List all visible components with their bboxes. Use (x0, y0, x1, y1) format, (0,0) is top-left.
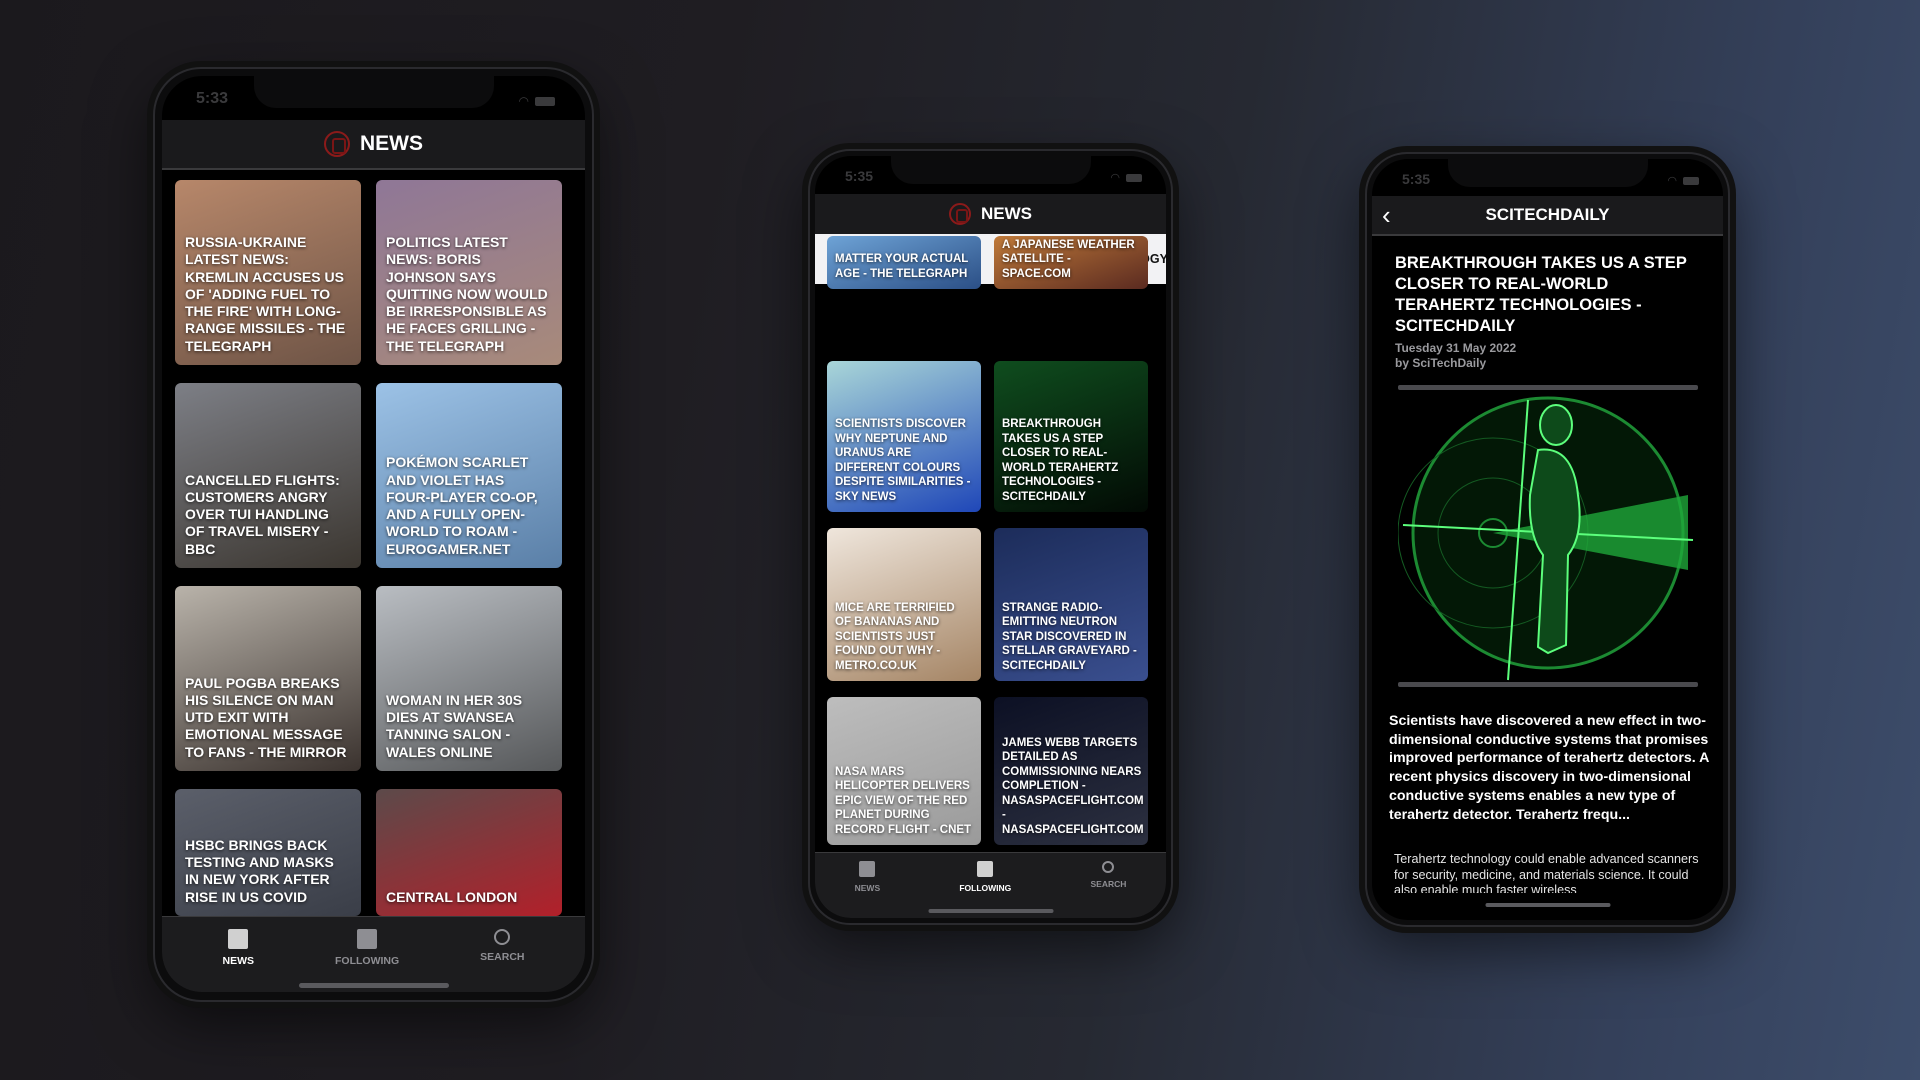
news-tile-headline: Woman in her 30s dies at Swansea tanning… (386, 691, 523, 760)
news-tile-headline: Strange radio-emitting neutron star disc… (1002, 601, 1137, 672)
tab-label: NEWS (854, 883, 881, 893)
tab-label: FOLLOWING (335, 955, 400, 967)
wifi-icon: ◠ (1667, 175, 1677, 187)
status-icons: ◠ (519, 94, 555, 108)
article-date: Tuesday 31 May 2022 (1395, 341, 1517, 355)
app-logo-icon (324, 131, 350, 157)
article-summary: Scientists have discovered a new effect … (1389, 713, 1709, 823)
newspaper-icon (859, 861, 876, 877)
battery-icon (1126, 173, 1142, 182)
tab-label: SEARCH (1090, 879, 1127, 889)
tab-news[interactable]: NEWS (222, 929, 255, 992)
tab-label: FOLLOWING (959, 883, 1012, 893)
status-icons: ◠ (1110, 171, 1142, 184)
news-tile-headline: A Japanese weather satellite - Space.com (1002, 238, 1135, 280)
battery-icon (535, 96, 555, 106)
search-icon (1102, 861, 1115, 873)
news-tile[interactable]: NASA Mars helicopter delivers epic view … (827, 697, 981, 845)
following-screen: 5:35 ◠ NEWS HEALTHSCIENCESPORTSTECHNOLOG… (815, 156, 1166, 918)
tab-label: NEWS (222, 955, 255, 967)
news-tile[interactable]: HSBC brings back testing and masks in Ne… (175, 789, 361, 916)
inbox-icon (357, 929, 378, 949)
news-tile[interactable]: Scientists discover why Neptune and Uran… (827, 361, 981, 512)
news-tile-headline: NASA Mars helicopter delivers epic view … (835, 765, 972, 836)
news-tile[interactable]: Breakthrough takes us a step closer to r… (994, 361, 1148, 512)
news-tile[interactable]: Paul Pogba breaks his silence on Man Utd… (175, 586, 361, 771)
news-tile-headline: Mice are terrified of bananas and scient… (835, 601, 955, 672)
news-tile[interactable]: Pokémon Scarlet and Violet has four-play… (376, 383, 562, 568)
wifi-icon: ◠ (1110, 172, 1120, 184)
page-title: NEWS (981, 204, 1032, 223)
news-tile[interactable]: Woman in her 30s dies at Swansea tanning… (376, 586, 562, 771)
tab-bar: NEWS FOLLOWING SEARCH (162, 916, 585, 992)
inbox-icon (977, 861, 994, 877)
back-button[interactable]: ‹ (1382, 200, 1391, 231)
news-tile[interactable]: A Japanese weather satellite - Space.com (994, 236, 1148, 289)
status-icons: ◠ (1667, 174, 1699, 187)
news-tile[interactable]: Central London (376, 789, 562, 916)
tab-search[interactable]: SEARCH (1090, 861, 1126, 918)
source-title: SCITECHDAILY (1485, 205, 1610, 224)
article-screen: 5:35 ◠ ‹ SCITECHDAILY BREAKTHROUGH TAKES… (1372, 159, 1723, 920)
app-logo-icon (949, 203, 971, 225)
news-tile[interactable]: Cancelled flights: Customers angry over … (175, 383, 361, 568)
tab-search[interactable]: SEARCH (480, 929, 525, 992)
app-header: NEWS (815, 194, 1166, 234)
radar-scan-graphic (1397, 396, 1694, 681)
wifi-icon: ◠ (518, 94, 529, 108)
newspaper-icon (228, 929, 249, 949)
news-tile-headline: James Webb targets detailed as commissio… (1002, 736, 1144, 836)
news-tile[interactable]: Politics latest news: Boris Johnson says… (376, 180, 562, 365)
status-time: 5:33 (196, 90, 229, 107)
news-tile[interactable]: Matter your actual age - The Telegraph (827, 236, 981, 289)
news-tile-headline: Matter your actual age - The Telegraph (835, 253, 969, 280)
news-tile-headline: Pokémon Scarlet and Violet has four-play… (386, 454, 538, 557)
home-indicator (928, 909, 1053, 913)
tab-label: SEARCH (480, 951, 525, 963)
news-tile-headline: HSBC brings back testing and masks in Ne… (185, 836, 334, 905)
search-icon (494, 929, 511, 945)
home-indicator (298, 983, 449, 988)
news-tile-headline: Central London (386, 888, 518, 905)
news-tile[interactable]: Strange radio-emitting neutron star disc… (994, 528, 1148, 681)
page-title: NEWS (360, 132, 423, 155)
tab-news[interactable]: NEWS (854, 861, 881, 918)
news-tile-headline: Breakthrough takes us a step closer to r… (1002, 418, 1119, 503)
app-header: NEWS (162, 120, 585, 170)
article-byline: by SciTechDaily (1395, 356, 1487, 370)
status-time: 5:35 (1402, 171, 1431, 187)
news-tile-headline: Politics latest news: Boris Johnson says… (386, 233, 548, 354)
battery-icon (1683, 176, 1699, 185)
article-body-text: Terahertz technology could enable advanc… (1394, 852, 1699, 893)
news-feed-screen: 5:33 ◠ NEWS Russia-Ukraine latest news: … (162, 76, 585, 992)
article-header: ‹ SCITECHDAILY (1372, 196, 1723, 236)
news-tile[interactable]: James Webb targets detailed as commissio… (994, 697, 1148, 845)
news-tile-headline: Russia-Ukraine latest news: Kremlin accu… (185, 233, 346, 354)
news-tile-headline: Cancelled flights: Customers angry over … (185, 471, 340, 557)
news-tile-headline: Scientists discover why Neptune and Uran… (835, 418, 971, 503)
article-body: Terahertz technology could enable advanc… (1394, 852, 1712, 893)
article-headline: BREAKTHROUGH TAKES US A STEP CLOSER TO R… (1395, 254, 1687, 335)
status-time: 5:35 (845, 168, 874, 184)
home-indicator (1485, 903, 1610, 907)
news-tile[interactable]: Mice are terrified of bananas and scient… (827, 528, 981, 681)
article-image (1397, 385, 1698, 687)
news-tile-headline: Paul Pogba breaks his silence on Man Utd… (185, 674, 347, 760)
news-tile[interactable]: Russia-Ukraine latest news: Kremlin accu… (175, 180, 361, 365)
